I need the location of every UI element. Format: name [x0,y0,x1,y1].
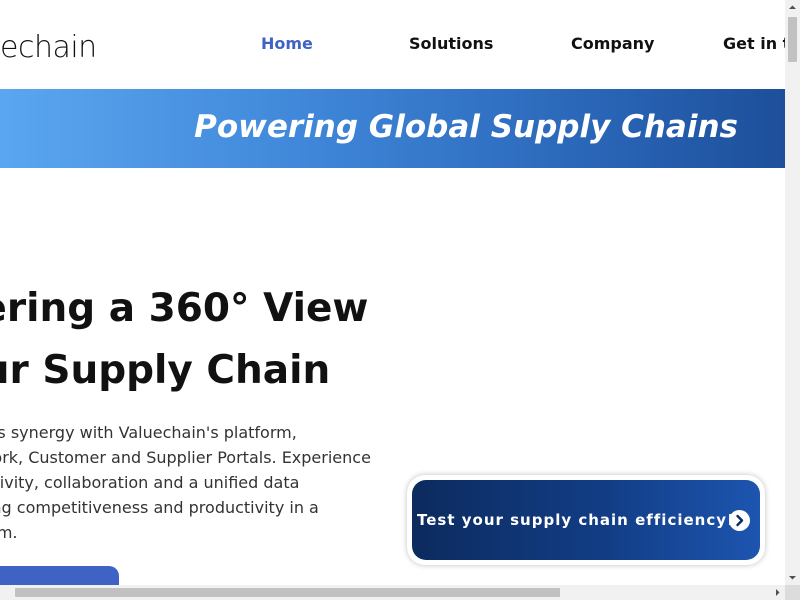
horizontal-scroll-thumb[interactable] [15,588,560,597]
primary-cta-button[interactable] [0,566,119,585]
floating-cta: Test your supply chain efficiency! [407,475,765,565]
horizontal-scrollbar[interactable] [0,585,785,600]
hero-description-line: business synergy with Valuechain's platf… [0,423,297,442]
scroll-up-icon[interactable] [785,0,800,15]
hero-banner: Powering Global Supply Chains [0,89,785,168]
page: echain Home Solutions Company Get in t P… [0,0,785,585]
hero-description: business synergy with Valuechain's platf… [0,420,406,545]
nav-company[interactable]: Company [571,34,654,53]
hero-description-line: connectivity, collaboration and a unifie… [0,473,300,492]
floating-cta-label: Test your supply chain efficiency! [417,511,735,529]
hero-description-line: n, driving competitiveness and productiv… [0,498,319,517]
hero-title-line: vering a 360° View [0,286,369,331]
banner-tagline: Powering Global Supply Chains [194,109,738,145]
hero-title: vering a 360° View our Supply Chain [0,278,368,402]
hero-description-line: cosystem. [0,523,18,542]
nav-home[interactable]: Home [261,34,313,53]
floating-cta-button[interactable]: Test your supply chain efficiency! [412,480,760,560]
nav-solutions[interactable]: Solutions [409,34,493,53]
chevron-right-circle-icon [729,510,750,531]
site-header: echain Home Solutions Company Get in t [0,0,785,89]
vertical-scrollbar[interactable] [785,0,800,585]
nav-get-in-touch[interactable]: Get in t [723,34,785,53]
scroll-right-icon[interactable] [770,585,785,600]
scrollbar-corner [785,585,800,600]
hero-description-line: g Network, Customer and Supplier Portals… [0,448,371,467]
hero-title-line: our Supply Chain [0,348,331,393]
vertical-scroll-thumb[interactable] [788,17,797,62]
scroll-down-icon[interactable] [785,570,800,585]
logo[interactable]: echain [0,30,97,65]
